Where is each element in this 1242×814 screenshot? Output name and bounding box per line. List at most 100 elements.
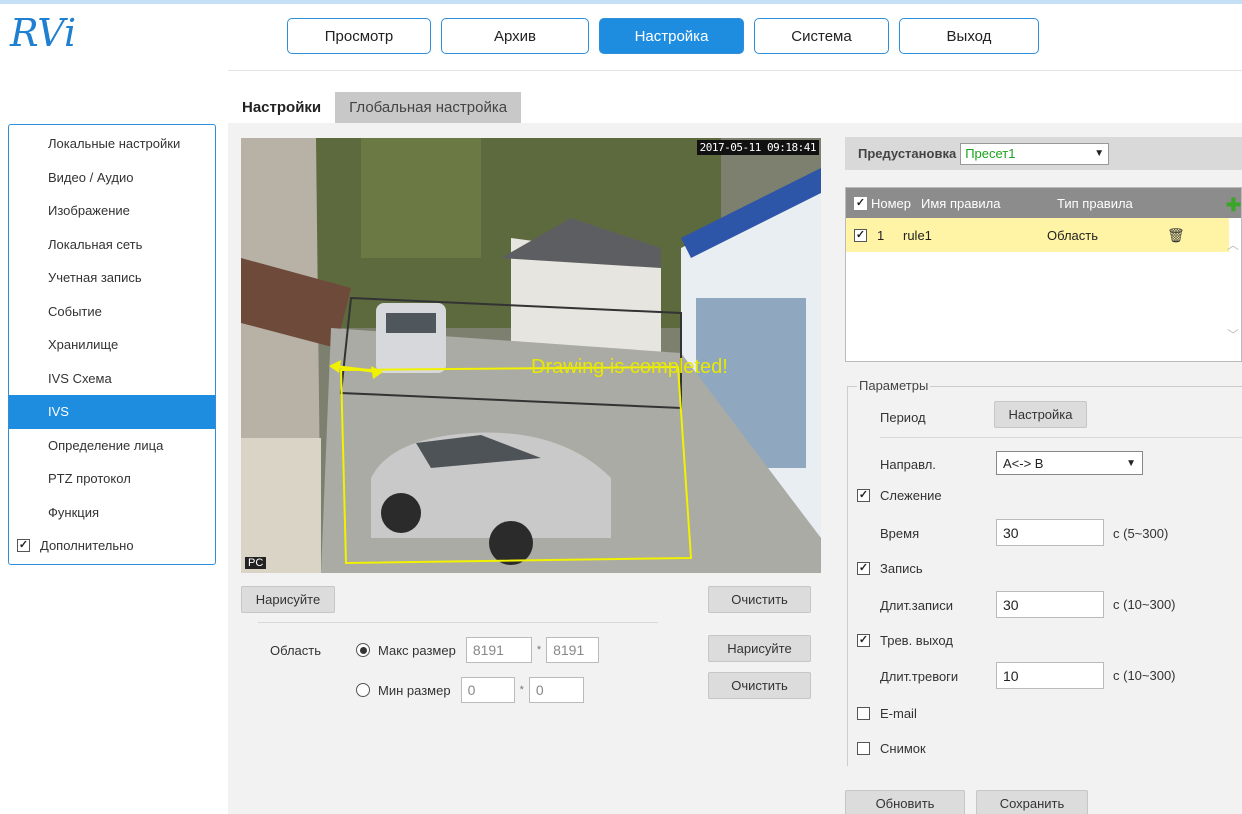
- sidebar-item-local-settings[interactable]: Локальные настройки: [9, 127, 215, 161]
- row-checkbox[interactable]: [854, 228, 867, 242]
- max-size-radio[interactable]: [356, 643, 370, 657]
- save-button[interactable]: Сохранить: [976, 790, 1088, 814]
- header-number: Номер: [871, 195, 912, 211]
- sidebar-item-ptz-protocol[interactable]: PTZ протокол: [9, 462, 215, 496]
- clear-region-button[interactable]: Очистить: [708, 586, 811, 613]
- alarm-length-label: Длит.тревоги: [880, 669, 959, 684]
- rule-name: rule1: [903, 227, 932, 243]
- sidebar-item-ivs[interactable]: IVS: [9, 395, 215, 429]
- max-size-label: Макс размер: [378, 642, 456, 658]
- min-height-input[interactable]: 0: [528, 677, 584, 703]
- direction-select[interactable]: A<-> B ▼: [996, 451, 1143, 475]
- header-divider: [228, 70, 1242, 71]
- refresh-button[interactable]: Обновить: [845, 790, 965, 814]
- scroll-up-icon[interactable]: ︿: [1227, 236, 1239, 253]
- max-height-input[interactable]: 8191: [546, 637, 600, 663]
- direction-label: Направл.: [880, 457, 936, 472]
- direction-value: A<-> B: [1003, 455, 1044, 471]
- tracking-row: Слежение: [857, 488, 942, 503]
- tab-global-settings[interactable]: Глобальная настройка: [335, 92, 522, 123]
- time-unit: с (5~300): [1113, 526, 1169, 541]
- nav-archive-button[interactable]: Архив: [441, 18, 589, 54]
- alarm-out-label: Трев. выход: [880, 633, 953, 648]
- header-accent-strip: [0, 0, 1242, 4]
- video-timestamp: 2017-05-11 09:18:41: [696, 140, 819, 155]
- clear-area-button[interactable]: Очистить: [708, 672, 811, 699]
- advanced-checkbox[interactable]: [17, 539, 30, 553]
- sidebar-item-storage[interactable]: Хранилище: [9, 328, 215, 362]
- settings-tabs: Настройки Глобальная настройка: [228, 92, 522, 123]
- add-rule-icon[interactable]: ✚: [1226, 195, 1241, 216]
- preset-bar: Предустановка Пресет1 ▼: [845, 137, 1242, 170]
- video-preview[interactable]: 2017-05-11 09:18:41 Drawing is completed…: [241, 138, 821, 573]
- rvi-logo: RVi: [8, 10, 128, 55]
- sidebar-item-advanced[interactable]: Дополнительно: [9, 529, 215, 563]
- email-label: E-mail: [880, 706, 917, 721]
- max-width-input[interactable]: 8191: [465, 637, 532, 663]
- sidebar-item-account[interactable]: Учетная запись: [9, 261, 215, 295]
- rule-type: Область: [1047, 227, 1099, 243]
- record-length-input[interactable]: 30: [996, 591, 1104, 618]
- sidebar-item-image[interactable]: Изображение: [9, 194, 215, 228]
- tracking-checkbox[interactable]: [857, 489, 870, 502]
- sidebar-item-face-detection[interactable]: Определение лица: [9, 429, 215, 463]
- preset-label: Предустановка: [858, 146, 957, 161]
- period-setup-button[interactable]: Настройка: [994, 401, 1087, 428]
- area-label: Область: [270, 642, 322, 658]
- record-row: Запись: [857, 561, 923, 576]
- record-checkbox[interactable]: [857, 562, 870, 575]
- min-size-separator: *: [519, 684, 524, 696]
- min-size-label: Мин размер: [378, 682, 451, 698]
- nav-settings-button[interactable]: Настройка: [599, 18, 744, 54]
- snapshot-row: Снимок: [857, 741, 926, 756]
- email-row: E-mail: [857, 706, 917, 721]
- tab-settings[interactable]: Настройки: [228, 92, 336, 123]
- snapshot-label: Снимок: [880, 741, 926, 756]
- period-divider: [880, 437, 1242, 438]
- nav-view-button[interactable]: Просмотр: [287, 18, 431, 54]
- scroll-down-icon[interactable]: ﹀: [1227, 326, 1239, 343]
- email-checkbox[interactable]: [857, 707, 870, 720]
- nav-system-button[interactable]: Система: [754, 18, 889, 54]
- draw-region-button[interactable]: Нарисуйте: [241, 586, 335, 613]
- alarm-length-input[interactable]: 10: [996, 662, 1104, 689]
- chevron-down-icon: ▼: [1126, 457, 1136, 469]
- record-label: Запись: [880, 561, 923, 576]
- preset-value: Пресет1: [965, 146, 1016, 161]
- svg-text:RVi: RVi: [9, 11, 76, 54]
- header-rule-name: Имя правила: [921, 195, 1001, 211]
- snapshot-checkbox[interactable]: [857, 742, 870, 755]
- draw-area-button[interactable]: Нарисуйте: [708, 635, 811, 662]
- sidebar-item-function[interactable]: Функция: [9, 496, 215, 530]
- rules-table-header: Номер Имя правила Тип правила ✚: [846, 188, 1241, 218]
- min-width-input[interactable]: 0: [460, 677, 515, 703]
- sidebar-item-event[interactable]: Событие: [9, 295, 215, 329]
- nav-logout-button[interactable]: Выход: [899, 18, 1039, 54]
- sidebar-item-advanced-label: Дополнительно: [40, 538, 134, 554]
- min-size-radio[interactable]: [356, 683, 370, 697]
- table-row[interactable]: 1 rule1 Область 🗑: [846, 218, 1229, 252]
- top-navigation: Просмотр Архив Настройка Система Выход: [287, 18, 1039, 54]
- record-length-label: Длит.записи: [880, 598, 954, 613]
- period-label: Период: [880, 410, 926, 425]
- trash-icon[interactable]: 🗑: [1167, 227, 1185, 244]
- rules-table: Номер Имя правила Тип правила ✚ 1 rule1 …: [845, 187, 1242, 362]
- select-all-checkbox[interactable]: [854, 196, 867, 210]
- drawing-status-message: Drawing is completed!: [531, 356, 728, 378]
- alarm-out-row: Трев. выход: [857, 633, 953, 648]
- sidebar-item-network[interactable]: Локальная сеть: [9, 228, 215, 262]
- area-max-row: Область Макс размер 8191 * 8191: [270, 637, 600, 663]
- chevron-down-icon: ▼: [1094, 148, 1105, 159]
- time-input[interactable]: 30: [996, 519, 1104, 546]
- max-size-separator: *: [536, 644, 542, 656]
- controls-divider: [258, 622, 658, 623]
- video-corner-label: PC: [245, 557, 267, 569]
- time-label: Время: [880, 526, 920, 541]
- alarm-length-unit: с (10~300): [1113, 668, 1176, 683]
- record-length-unit: с (10~300): [1113, 597, 1176, 612]
- sidebar-item-ivs-scheme[interactable]: IVS Схема: [9, 362, 215, 396]
- preset-select[interactable]: Пресет1 ▼: [960, 142, 1110, 165]
- sidebar-item-video-audio[interactable]: Видео / Аудио: [9, 161, 215, 195]
- area-min-row: Мин размер 0 * 0: [356, 677, 584, 703]
- alarm-out-checkbox[interactable]: [857, 634, 870, 647]
